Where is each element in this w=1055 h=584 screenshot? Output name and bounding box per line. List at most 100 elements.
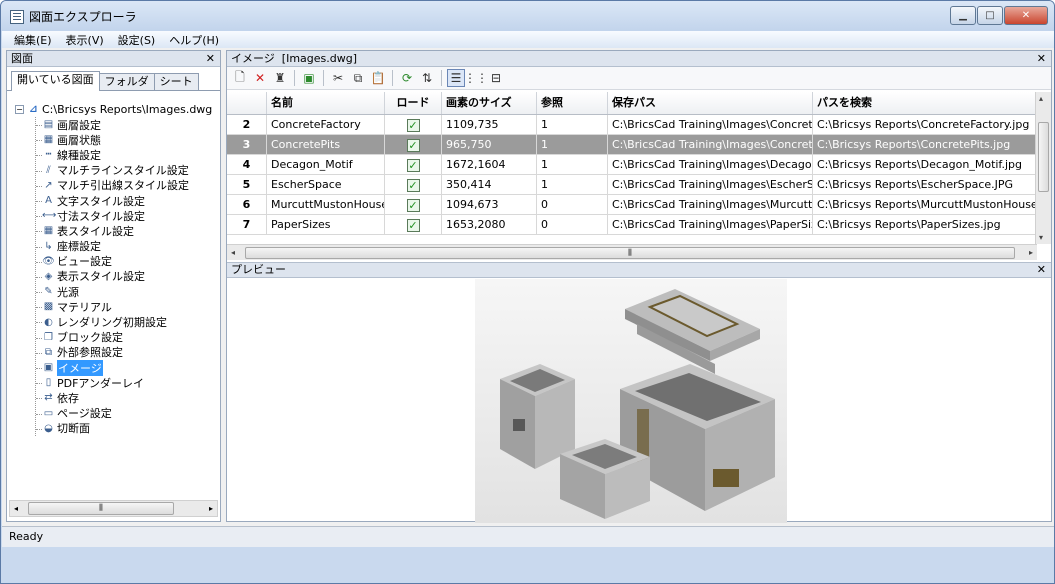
table-row[interactable]: 6 MurcuttMustonHouse ✓ 1094,673 0 C:\BricsCad… [227,195,1037,215]
close-button[interactable]: ✕ [1004,6,1048,25]
copy-icon[interactable]: ⧉ [349,69,367,87]
close-icon[interactable]: ✕ [1037,263,1046,277]
column-header-size[interactable]: 画素のサイズ [442,92,537,114]
cut-icon[interactable]: ✂ [329,69,347,87]
loaded-checkbox[interactable]: ✓ [406,138,420,152]
xref-icon: ⧉ [44,346,53,358]
menu-help[interactable]: ヘルプ(H) [169,32,219,48]
load-cell[interactable]: ✓ [385,155,442,174]
scroll-up-icon[interactable]: ▴ [1039,94,1043,103]
scroll-left-icon[interactable]: ◂ [231,248,235,257]
table-row[interactable]: 4 Decagon_Motif ✓ 1672,1604 1 C:\BricsCad Tra… [227,155,1037,175]
scroll-thumb[interactable] [1038,122,1049,192]
tree-item[interactable]: ◒ 切断面 [36,421,219,436]
tree-item[interactable]: ▩ マテリアル [36,299,219,314]
column-header-saved-path[interactable]: 保存パス [608,92,813,114]
loaded-checkbox[interactable]: ✓ [406,158,420,172]
column-header-found-path[interactable]: パスを検索 [813,92,1037,114]
tree-root[interactable]: − ⊿ C:\Bricsys Reports\Images.dwg [15,101,219,117]
table-horizontal-scrollbar[interactable]: ◂ ⫼ ▸ [227,244,1037,260]
close-icon[interactable]: ✕ [206,51,215,66]
insert-image-icon[interactable]: ▣ [300,69,318,87]
scroll-thumb[interactable]: ⫼ [245,247,1015,259]
close-icon[interactable]: ✕ [1037,51,1046,66]
tree-item[interactable]: A 文字スタイル設定 [36,193,219,208]
tree-item[interactable]: ┅ 線種設定 [36,147,219,162]
reload-icon[interactable]: ⟳ [398,69,416,87]
column-header-references[interactable]: 参照 [537,92,608,114]
tree-item[interactable]: ▦ 画層状態 [36,132,219,147]
tree-item[interactable]: ↗ マルチ引出線スタイル設定 [36,178,219,193]
image-pane-title: イメージ [231,52,275,65]
tree-item[interactable]: ↳ 座標設定 [36,239,219,254]
tree-item-label: イメージ [57,359,103,376]
pixel-size-cell: 1109,735 [442,115,537,134]
column-header-number[interactable] [227,92,267,114]
table-row[interactable]: 5 EscherSpace ✓ 350,414 1 C:\BricsCad Trainin… [227,175,1037,195]
column-header-load[interactable]: ロード [385,92,442,114]
refresh-icon[interactable]: ⇅ [418,69,436,87]
collapse-icon[interactable]: − [15,104,24,114]
menu-view[interactable]: 表示(V) [66,32,104,48]
left-horizontal-scrollbar[interactable]: ◂ ⫼ ▸ [9,500,218,517]
list-view-icon[interactable]: ⋮⋮ [464,69,488,87]
table-row[interactable]: 7 PaperSizes ✓ 1653,2080 0 C:\BricsCad Traini… [227,215,1037,235]
material-icon: ▩ [43,301,54,313]
maximize-button[interactable]: □ [977,6,1003,25]
tree-item[interactable]: ❐ ブロック設定 [36,330,219,345]
tab-sheets[interactable]: シート [153,73,199,90]
tab-folders[interactable]: フォルダ [98,73,155,90]
tree-item[interactable]: ◈ 表示スタイル設定 [36,269,219,284]
image-pane-file: [Images.dwg] [281,52,358,65]
row-number: 4 [227,155,267,174]
row-number: 7 [227,215,267,234]
paste-icon[interactable]: 📋 [369,69,387,87]
table-row[interactable]: 2 ConcreteFactory ✓ 1109,735 1 C:\BricsCad Tr… [227,115,1037,135]
load-cell[interactable]: ✓ [385,195,442,214]
load-cell[interactable]: ✓ [385,215,442,234]
saved-path-cell: C:\BricsCad Training\Images\Decagon_M [608,155,813,174]
loaded-checkbox[interactable]: ✓ [406,218,420,232]
table-vertical-scrollbar[interactable]: ▴ ▾ [1035,92,1051,244]
menu-settings[interactable]: 設定(S) [118,32,156,48]
scroll-left-icon[interactable]: ◂ [14,504,18,513]
loaded-checkbox[interactable]: ✓ [406,198,420,212]
tree-item[interactable]: ▯ PDFアンダーレイ [36,375,219,390]
tree-item[interactable]: ✎ 光源 [36,284,219,299]
tree-item[interactable]: ◐ レンダリング初期設定 [36,314,219,329]
column-header-name[interactable]: 名前 [267,92,385,114]
new-icon[interactable]: 🗋 [231,69,249,87]
tree-view-icon[interactable]: ⊟ [487,69,505,87]
tree-item[interactable]: ▤ 画層設定 [36,117,219,132]
load-cell[interactable]: ✓ [385,135,442,154]
tree-item[interactable]: ▭ ページ設定 [36,406,219,421]
loaded-checkbox[interactable]: ✓ [406,178,420,192]
details-view-icon[interactable]: ☰ [447,69,465,87]
scroll-right-icon[interactable]: ▸ [1029,248,1033,257]
delete-icon[interactable]: ✕ [251,69,269,87]
menu-edit[interactable]: 編集(E) [14,32,52,48]
load-cell[interactable]: ✓ [385,115,442,134]
tree-item[interactable]: ⇄ 依存 [36,390,219,405]
row-number: 2 [227,115,267,134]
purge-icon[interactable]: ♜ [271,69,289,87]
scroll-right-icon[interactable]: ▸ [209,504,213,513]
found-path-cell: C:\Bricsys Reports\PaperSizes.jpg [817,218,1001,231]
scroll-down-icon[interactable]: ▾ [1039,233,1043,242]
tree-item[interactable]: ⟷ 寸法スタイル設定 [36,208,219,223]
tree-item[interactable]: 👁 ビュー設定 [36,254,219,269]
scroll-thumb[interactable]: ⫼ [28,502,174,515]
tab-open-drawings[interactable]: 開いている図面 [11,71,100,91]
tree-item[interactable]: ⫽ マルチラインスタイル設定 [36,163,219,178]
loaded-checkbox[interactable]: ✓ [406,118,420,132]
tree-item[interactable]: ▣ イメージ [36,359,219,376]
drawing-pane-title: 図面 [11,52,33,65]
load-cell[interactable]: ✓ [385,175,442,194]
table-row[interactable]: 3 ConcretePits ✓ 965,750 1 C:\BricsCad Traini… [227,135,1037,155]
minimize-button[interactable]: ▁ [950,6,976,25]
saved-path-cell: C:\BricsCad Training\Images\EscherSpac [608,175,813,194]
image-pane: イメージ [Images.dwg] ✕ 🗋 ✕ ♜ ▣ ✂ ⧉ 📋 ⟳ ⇅ ☰ … [226,50,1052,523]
tree-item[interactable]: ▦ 表スタイル設定 [36,223,219,238]
tree-item[interactable]: ⧉ 外部参照設定 [36,345,219,360]
found-path-cell: C:\Bricsys Reports\MurcuttMustonHouse.jp [817,198,1037,211]
